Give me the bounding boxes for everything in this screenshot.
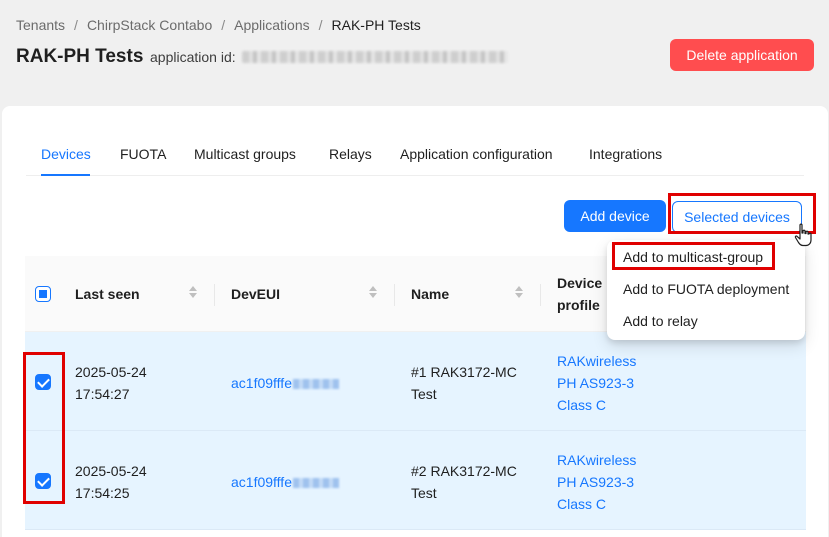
profile-line: RAKwireless bbox=[557, 353, 637, 369]
select-all-checkbox[interactable] bbox=[35, 286, 51, 302]
device-name-line: Test bbox=[411, 386, 437, 402]
deveui-text: ac1f09fffe bbox=[231, 375, 292, 391]
device-name-cell: #2 RAK3172-MC Test bbox=[411, 460, 517, 504]
menu-item-add-to-multicast-group[interactable]: Add to multicast-group bbox=[623, 249, 763, 265]
row-checkbox[interactable] bbox=[35, 374, 51, 390]
device-profile-link[interactable]: RAKwireless PH AS923-3 Class C bbox=[557, 449, 636, 515]
breadcrumb-tenant[interactable]: ChirpStack Contabo bbox=[87, 17, 212, 33]
breadcrumb-current: RAK-PH Tests bbox=[331, 17, 421, 33]
add-device-button[interactable]: Add device bbox=[564, 200, 666, 232]
application-id-value-redacted bbox=[242, 51, 508, 63]
tab-integrations[interactable]: Integrations bbox=[589, 146, 662, 176]
device-name-line: #1 RAK3172-MC bbox=[411, 364, 517, 380]
column-header-device-profile[interactable]: Device profile bbox=[557, 275, 602, 313]
column-header-last-seen[interactable]: Last seen bbox=[75, 286, 140, 302]
delete-application-button[interactable]: Delete application bbox=[670, 39, 814, 71]
column-header-profile-line: profile bbox=[557, 297, 600, 313]
tab-relays[interactable]: Relays bbox=[329, 146, 372, 176]
column-divider bbox=[214, 284, 215, 306]
profile-line: Class C bbox=[557, 397, 607, 413]
table-row[interactable]: 2025-05-24 17:54:27 ac1f09fffe #1 RAK317… bbox=[25, 332, 806, 431]
active-tab-indicator bbox=[41, 174, 90, 176]
sort-icon[interactable] bbox=[369, 286, 377, 300]
breadcrumb-separator: / bbox=[74, 17, 78, 33]
device-name-line: #2 RAK3172-MC bbox=[411, 463, 517, 479]
breadcrumb-applications[interactable]: Applications bbox=[234, 17, 310, 33]
tab-application-configuration[interactable]: Application configuration bbox=[400, 146, 553, 176]
last-seen-cell: 2025-05-24 17:54:27 bbox=[75, 361, 147, 405]
column-header-name[interactable]: Name bbox=[411, 286, 449, 302]
tab-multicast-groups[interactable]: Multicast groups bbox=[194, 146, 296, 176]
page-title: RAK-PH Tests bbox=[16, 46, 144, 67]
tab-bar: Devices FUOTA Multicast groups Relays Ap… bbox=[26, 146, 804, 176]
device-name-cell: #1 RAK3172-MC Test bbox=[411, 361, 517, 405]
menu-item-add-to-relay[interactable]: Add to relay bbox=[623, 313, 698, 329]
deveui-redacted bbox=[292, 379, 339, 389]
table-row[interactable]: 2025-05-24 17:54:25 ac1f09fffe #2 RAK317… bbox=[25, 431, 806, 530]
column-divider bbox=[394, 284, 395, 306]
last-seen-date: 2025-05-24 bbox=[75, 364, 147, 380]
tab-devices[interactable]: Devices bbox=[41, 146, 91, 176]
breadcrumb: Tenants / ChirpStack Contabo / Applications /… bbox=[16, 17, 421, 33]
column-header-deveui[interactable]: DevEUI bbox=[231, 286, 280, 302]
deveui-redacted bbox=[292, 478, 339, 488]
profile-line: PH AS923-3 bbox=[557, 474, 635, 490]
breadcrumb-separator: / bbox=[221, 17, 226, 33]
selected-devices-button[interactable]: Selected devices bbox=[672, 201, 802, 233]
menu-item-add-to-fuota-deployment[interactable]: Add to FUOTA deployment bbox=[623, 281, 789, 297]
sort-icon[interactable] bbox=[515, 286, 523, 300]
selected-devices-dropdown: Add to multicast-group Add to FUOTA depl… bbox=[607, 240, 805, 340]
profile-line: RAKwireless bbox=[557, 452, 637, 468]
profile-line: PH AS923-3 bbox=[557, 375, 635, 391]
page-header: Tenants / ChirpStack Contabo / Applications /… bbox=[0, 0, 829, 100]
device-profile-link[interactable]: RAKwireless PH AS923-3 Class C bbox=[557, 350, 636, 416]
breadcrumb-tenants[interactable]: Tenants bbox=[16, 17, 65, 33]
last-seen-cell: 2025-05-24 17:54:25 bbox=[75, 460, 147, 504]
application-id-label: application id: bbox=[150, 49, 236, 65]
deveui-text: ac1f09fffe bbox=[231, 474, 292, 490]
deveui-link[interactable]: ac1f09fffe bbox=[231, 372, 339, 394]
last-seen-date: 2025-05-24 bbox=[75, 463, 147, 479]
row-checkbox[interactable] bbox=[35, 473, 51, 489]
breadcrumb-separator: / bbox=[318, 17, 323, 33]
sort-icon[interactable] bbox=[189, 286, 197, 300]
profile-line: Class C bbox=[557, 496, 607, 512]
hand-pointer-cursor-icon bbox=[794, 223, 812, 247]
deveui-link[interactable]: ac1f09fffe bbox=[231, 471, 339, 493]
tab-fuota[interactable]: FUOTA bbox=[120, 146, 166, 176]
last-seen-time: 17:54:25 bbox=[75, 485, 130, 501]
column-header-device-line: Device bbox=[557, 275, 603, 291]
last-seen-time: 17:54:27 bbox=[75, 386, 130, 402]
column-divider bbox=[540, 284, 541, 306]
device-name-line: Test bbox=[411, 485, 437, 501]
